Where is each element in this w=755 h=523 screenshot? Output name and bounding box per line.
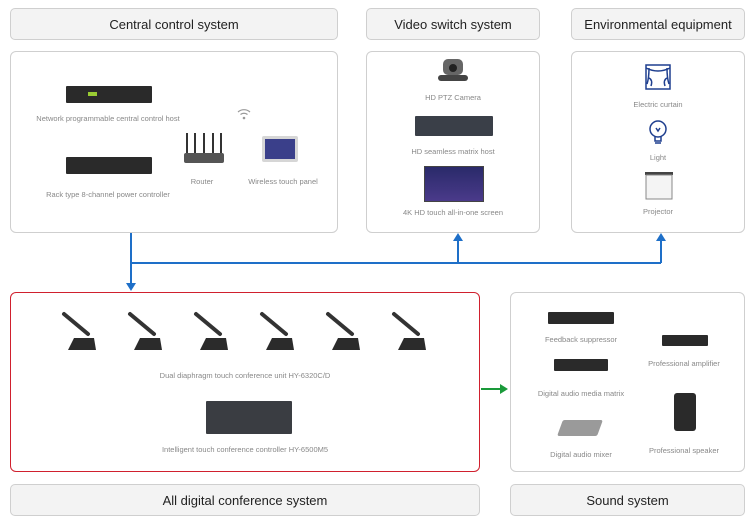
label-light: Light (649, 153, 667, 162)
label-audio-matrix: Digital audio media matrix (537, 389, 625, 398)
label-projector: Projector (642, 207, 674, 216)
label-electric-curtain: Electric curtain (633, 100, 683, 109)
label-amplifier: Professional amplifier (648, 359, 720, 368)
system-diagram: Central control system Video switch syst… (0, 0, 755, 523)
connector-line (660, 240, 662, 263)
panel-sound (510, 292, 745, 472)
label-power-controller: Rack type 8-channel power controller (46, 190, 170, 199)
ptz-camera-image (438, 59, 468, 81)
projector-screen-icon (645, 172, 673, 200)
power-controller-image (66, 157, 152, 174)
label-central-host: Network programmable central control hos… (36, 114, 180, 123)
label-touch-panel: Wireless touch panel (248, 177, 318, 186)
label-touch-screen: 4K HD touch all-in-one screen (402, 208, 504, 217)
light-bulb-icon (649, 120, 667, 144)
header-conference: All digital conference system (10, 484, 480, 516)
conference-unit-image (326, 312, 360, 350)
audio-matrix-image (554, 359, 608, 371)
conference-unit-image (194, 312, 228, 350)
label-matrix-host: HD seamless matrix host (411, 147, 495, 156)
conference-unit-image (128, 312, 162, 350)
conference-unit-image (392, 312, 426, 350)
wifi-icon (237, 109, 251, 120)
label-conference-unit: Dual diaphragm touch conference unit HY-… (159, 371, 331, 380)
label-ptz-camera: HD PTZ Camera (425, 93, 481, 102)
touch-panel-image (262, 136, 298, 162)
header-central-control: Central control system (10, 8, 338, 40)
amplifier-image (662, 335, 708, 346)
audio-mixer-image (557, 420, 603, 436)
arrow-right-icon (500, 384, 508, 394)
router-image (184, 133, 224, 163)
label-speaker: Professional speaker (648, 446, 720, 455)
header-sound: Sound system (510, 484, 745, 516)
label-conference-controller: Intelligent touch conference controller … (161, 445, 329, 454)
connector-line (457, 240, 459, 263)
arrow-up-icon (656, 233, 666, 241)
connector-line (130, 233, 132, 283)
arrow-down-icon (126, 283, 136, 291)
connector-line (130, 262, 661, 264)
conference-unit-image (62, 312, 96, 350)
feedback-suppressor-image (548, 312, 614, 324)
header-video-switch: Video switch system (366, 8, 540, 40)
speaker-image (674, 393, 696, 431)
connector-line-green (481, 388, 501, 390)
touch-screen-image (424, 166, 484, 202)
curtain-icon (645, 64, 671, 90)
conference-unit-image (260, 312, 294, 350)
central-host-image (66, 86, 152, 103)
matrix-host-image (415, 116, 493, 136)
label-router: Router (190, 177, 214, 186)
label-feedback-suppressor: Feedback suppressor (544, 335, 618, 344)
header-environmental: Environmental equipment (571, 8, 745, 40)
arrow-up-icon (453, 233, 463, 241)
conference-controller-image (206, 401, 292, 434)
label-audio-mixer: Digital audio mixer (550, 450, 612, 459)
